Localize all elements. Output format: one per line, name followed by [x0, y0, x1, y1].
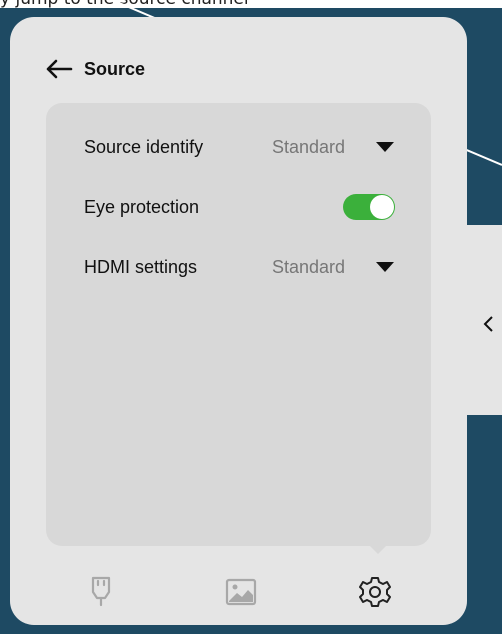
back-button[interactable]: Source: [44, 56, 145, 82]
setting-row-eye-protection: Eye protection: [84, 193, 404, 221]
setting-label: Eye protection: [84, 196, 200, 217]
caret-down-icon[interactable]: [376, 262, 394, 272]
source-identify-dropdown-value[interactable]: Standard: [272, 137, 345, 158]
plug-icon[interactable]: [84, 574, 118, 610]
setting-label: HDMI settings: [84, 256, 198, 277]
card-pointer: [368, 544, 388, 554]
setting-row-hdmi-settings: HDMI settings Standard: [84, 253, 404, 281]
hdmi-settings-dropdown-value[interactable]: Standard: [272, 257, 345, 278]
caret-down-icon[interactable]: [376, 142, 394, 152]
chevron-left-icon[interactable]: [480, 314, 496, 334]
settings-card: [46, 103, 431, 546]
page-title: Source: [84, 58, 146, 79]
setting-row-source-identify: Source identify Standard: [84, 133, 404, 161]
toggle-knob: [370, 195, 394, 219]
image-icon[interactable]: [224, 574, 258, 610]
gear-icon[interactable]: [358, 574, 392, 610]
eye-protection-toggle[interactable]: [343, 194, 395, 220]
setting-label: Source identify: [84, 136, 204, 157]
arrow-left-icon: [46, 59, 73, 79]
